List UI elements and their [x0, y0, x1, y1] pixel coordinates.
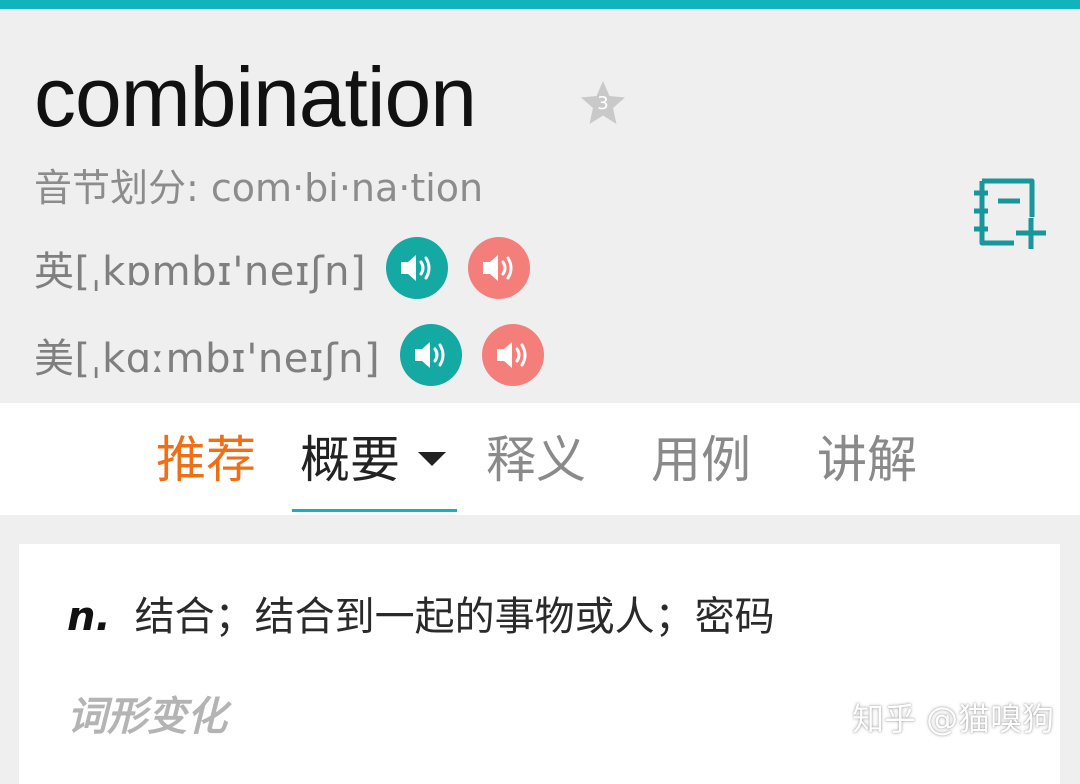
speaker-icon: [401, 255, 431, 281]
favorite-star[interactable]: 3: [578, 78, 628, 128]
syllable-division: 音节划分: com·bi·na·tion: [34, 163, 483, 213]
watermark: 知乎 @猫嗅狗: [852, 700, 1055, 738]
uk-speaker-button[interactable]: [386, 237, 449, 299]
notebook-add-icon: [974, 178, 1046, 249]
definition-card: n. 结合；结合到一起的事物或人；密码 词形变化: [19, 544, 1060, 784]
syllable-label: 音节划分:: [34, 166, 199, 210]
us-speaker-button[interactable]: [400, 324, 463, 386]
word-forms-title: 词形变化: [67, 694, 227, 740]
us-speaker-slow-button[interactable]: [482, 324, 545, 386]
active-tab-indicator: [292, 509, 457, 512]
tab-bar: 推荐 概要 释义 用例 讲解: [0, 403, 1080, 515]
speaker-icon: [497, 342, 527, 368]
us-pronunciation-row: 美[ˌkɑːmbɪ'neɪʃn]: [34, 323, 545, 387]
caret-down-icon[interactable]: [418, 452, 446, 466]
headword: combination: [34, 50, 477, 144]
syllable-value: com·bi·na·tion: [210, 166, 484, 210]
tab-summary[interactable]: 概要: [300, 429, 400, 491]
favorite-count: 3: [597, 93, 609, 114]
uk-pronunciation-row: 英[ˌkɒmbɪ'neɪʃn]: [34, 236, 531, 300]
tab-examples[interactable]: 用例: [651, 429, 751, 491]
tab-explanation[interactable]: 讲解: [817, 429, 917, 491]
definition-text: 结合；结合到一起的事物或人；密码: [134, 594, 775, 640]
top-accent-bar: [0, 0, 1080, 9]
part-of-speech: n.: [67, 594, 111, 640]
us-phonetic: 美[ˌkɑːmbɪ'neɪʃn]: [34, 336, 381, 382]
word-header: combination 3 音节划分: com·bi·na·tion 英[ˌkɒ…: [0, 9, 1080, 403]
definition-line: n. 结合；结合到一起的事物或人；密码: [67, 592, 775, 642]
add-to-notebook-button[interactable]: [968, 177, 1048, 253]
speaker-icon: [415, 342, 445, 368]
speaker-icon: [483, 255, 513, 281]
uk-phonetic: 英[ˌkɒmbɪ'neɪʃn]: [34, 249, 367, 295]
tab-definition[interactable]: 释义: [486, 429, 586, 491]
uk-speaker-slow-button[interactable]: [468, 237, 531, 299]
tab-recommend[interactable]: 推荐: [156, 429, 256, 491]
